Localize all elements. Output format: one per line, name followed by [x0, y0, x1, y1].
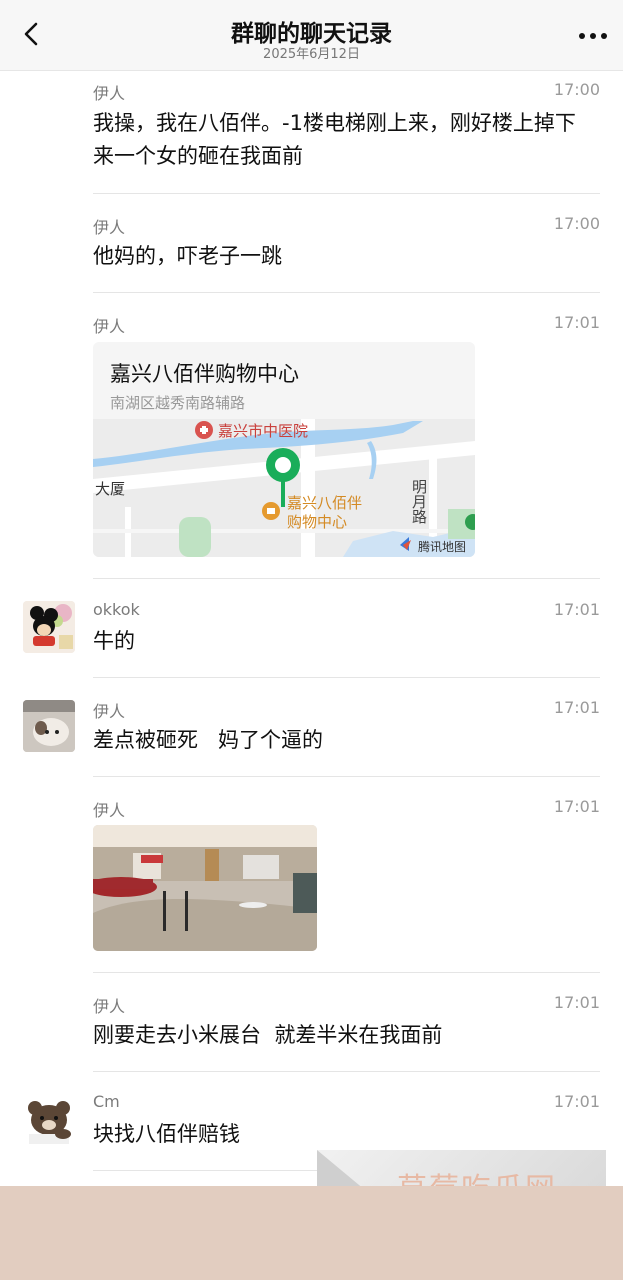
avatar[interactable]: [23, 601, 75, 653]
sender-name: 伊人: [93, 317, 126, 336]
sender-name: 伊人: [93, 702, 126, 721]
map-label-mall-line2: 购物中心: [287, 513, 347, 531]
message-time: 17:01: [553, 698, 600, 717]
avatar[interactable]: [23, 700, 75, 752]
cat-avatar-icon: [23, 700, 75, 752]
chat-history-header: 群聊的聊天记录 2025年6月12日: [0, 0, 623, 71]
message-time: 17:01: [553, 600, 600, 619]
sender-name: 伊人: [93, 218, 126, 237]
map-label-road: 明月路: [410, 479, 428, 524]
message-text: 块找八佰伴赔钱: [93, 1122, 240, 1146]
message-text: 他妈的，吓老子一跳: [93, 244, 282, 268]
message-text: 我操，我在八佰伴。-1楼电梯刚上来，刚好楼上掉下来一个女的砸在我面前: [93, 111, 576, 168]
message-time: 17:01: [553, 993, 600, 1012]
location-address: 南湖区越秀南路辅路: [110, 394, 246, 412]
message-image[interactable]: [93, 825, 317, 951]
sender-name: 伊人: [93, 801, 126, 820]
message-time: 17:00: [553, 80, 600, 99]
divider: [93, 677, 600, 678]
sender-name: 伊人: [93, 997, 126, 1016]
mall-photo: [93, 825, 317, 951]
message-time: 17:01: [553, 1092, 600, 1111]
avatar[interactable]: [23, 1096, 75, 1148]
map-label-hospital: 嘉兴市中医院: [218, 422, 308, 440]
more-dots-icon[interactable]: [577, 28, 609, 44]
divider: [93, 972, 600, 973]
map-label-building: 大厦: [95, 480, 125, 498]
divider: [93, 292, 600, 293]
message-time: 17:01: [553, 313, 600, 332]
mickey-avatar-icon: [23, 601, 75, 653]
divider: [93, 1071, 600, 1072]
divider: [93, 193, 600, 194]
message-time: 17:00: [553, 214, 600, 233]
message-text: 牛的: [93, 629, 135, 653]
divider: [93, 578, 600, 579]
page-subtitle-date: 2025年6月12日: [263, 47, 360, 62]
map-provider-label: 腾讯地图: [418, 539, 466, 554]
sender-name: 伊人: [93, 84, 126, 103]
sender-name: Cm: [93, 1092, 120, 1111]
location-map: 嘉兴市中医院 大厦 嘉兴八佰伴 购物中心 明月路 腾讯地图: [93, 419, 475, 557]
location-name: 嘉兴八佰伴购物中心: [110, 362, 299, 386]
bear-avatar-icon: [23, 1096, 75, 1148]
location-card[interactable]: 嘉兴八佰伴购物中心 南湖区越秀南路辅路 嘉兴市中医院 大厦 嘉兴八佰伴 购物中心: [93, 342, 475, 557]
message-text: 差点被砸死 妈了个逼的: [93, 728, 324, 752]
message-time: 17:01: [553, 797, 600, 816]
bottom-bar: [0, 1186, 623, 1280]
sender-name: okkok: [93, 600, 140, 619]
map-label-mall: 嘉兴八佰伴: [287, 494, 362, 512]
message-text: 刚要走去小米展台 就差半米在我面前: [93, 1023, 443, 1047]
divider: [93, 776, 600, 777]
